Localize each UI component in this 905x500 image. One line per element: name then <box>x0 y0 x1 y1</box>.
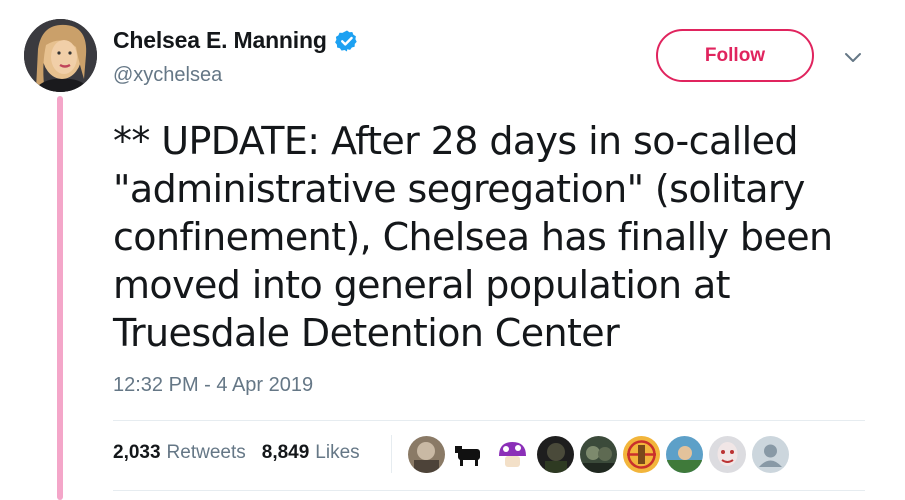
divider <box>113 490 865 491</box>
likes-label: Likes <box>315 442 360 463</box>
liker-avatar-photo-icon[interactable] <box>709 436 746 473</box>
liker-avatar-photo-icon[interactable] <box>580 436 617 473</box>
avatar-photo-icon <box>24 19 97 92</box>
verified-badge-icon <box>334 30 357 51</box>
author-avatar[interactable] <box>24 19 97 92</box>
tweet-line: Truesdale Detention Center <box>113 311 620 355</box>
follow-button[interactable]: Follow <box>656 29 814 82</box>
liker-avatar-photo-icon[interactable] <box>537 436 574 473</box>
stats-separator <box>391 435 392 473</box>
liker-avatar-badge-icon[interactable] <box>623 436 660 473</box>
author-display-name[interactable]: Chelsea E. Manning <box>113 27 327 54</box>
chevron-down-icon[interactable] <box>842 46 864 68</box>
tweet-line: ** UPDATE: After 28 days in so-called <box>113 119 798 163</box>
liker-avatar-photo-icon[interactable] <box>666 436 703 473</box>
likes-count: 8,849 <box>261 442 310 463</box>
author-name-row: Chelsea E. Manning <box>113 27 359 54</box>
retweets-stat[interactable]: 2,033 Retweets <box>113 442 246 464</box>
tweet-stats: 2,033 Retweets 8,849 Likes <box>113 442 360 464</box>
likes-stat[interactable]: 8,849 Likes <box>262 442 360 464</box>
tweet-text: ** UPDATE: After 28 days in so-called "a… <box>113 117 873 357</box>
liker-avatar-mushroom-icon[interactable] <box>494 436 531 473</box>
tweet-line: moved into general population at <box>113 263 731 307</box>
divider <box>113 420 865 421</box>
tweet-line: "administrative segregation" (solitary <box>113 167 805 211</box>
tweet-line: confinement), Chelsea has finally been <box>113 215 833 259</box>
liker-avatar-photo-icon[interactable] <box>408 436 445 473</box>
thread-line <box>57 96 63 500</box>
liker-avatar-default-icon[interactable] <box>752 436 789 473</box>
author-handle[interactable]: @xychelsea <box>113 64 222 87</box>
retweets-count: 2,033 <box>113 442 161 463</box>
retweets-label: Retweets <box>166 442 246 463</box>
liker-avatars <box>408 436 789 473</box>
liker-avatar-cow-icon[interactable] <box>451 436 488 473</box>
tweet-timestamp[interactable]: 12:32 PM - 4 Apr 2019 <box>113 374 313 397</box>
